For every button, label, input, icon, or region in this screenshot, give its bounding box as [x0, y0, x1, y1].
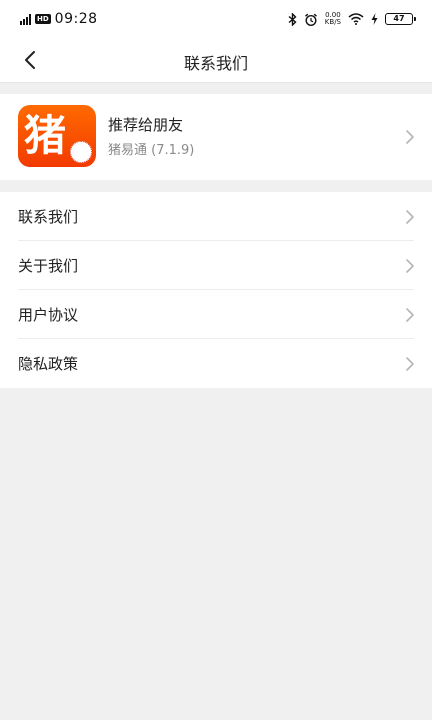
network-speed: 0.00 KB/S [325, 12, 341, 26]
menu-item-label: 隐私政策 [18, 355, 79, 373]
hd-badge: HD [35, 14, 51, 24]
chevron-right-icon [406, 259, 414, 273]
battery-level: 47 [385, 13, 413, 25]
app-version-label: 猪易通 (7.1.9) [108, 143, 195, 158]
recommend-label: 推荐给朋友 [108, 116, 184, 134]
menu-item-contact-us[interactable]: 联系我们 [0, 192, 432, 241]
status-bar: HD 09:28 0.00 KB/S 47 [0, 0, 432, 38]
menu-item-label: 联系我们 [18, 208, 79, 226]
speed-unit: KB/S [324, 18, 341, 26]
status-time: 09:28 [54, 11, 98, 27]
charging-icon [371, 13, 378, 25]
chevron-right-icon [406, 357, 414, 371]
menu-item-privacy-policy[interactable]: 隐私政策 [0, 339, 432, 388]
app-logo: 猪 [18, 105, 96, 167]
chevron-right-icon [406, 308, 414, 322]
app-logo-badge [70, 141, 92, 163]
chevron-right-icon [406, 210, 414, 224]
battery-icon: 47 [385, 13, 416, 25]
signal-icon [20, 13, 31, 25]
page-title: 联系我们 [183, 54, 248, 73]
bluetooth-icon [288, 12, 297, 26]
menu-item-label: 用户协议 [18, 306, 79, 324]
status-left: HD 09:28 [20, 11, 98, 27]
menu-item-label: 关于我们 [18, 257, 79, 275]
nav-bar: 联系我们 [0, 38, 432, 83]
chevron-right-icon [406, 130, 414, 144]
wifi-icon [348, 13, 364, 25]
settings-menu: 联系我们 关于我们 用户协议 隐私政策 [0, 192, 432, 388]
app-logo-char: 猪 [24, 111, 67, 160]
alarm-icon [304, 13, 317, 26]
recommend-to-friend-row[interactable]: 猪 推荐给朋友 猪易通 (7.1.9) [0, 94, 432, 180]
menu-item-user-agreement[interactable]: 用户协议 [0, 290, 432, 339]
status-right: 0.00 KB/S 47 [288, 12, 416, 26]
menu-item-about-us[interactable]: 关于我们 [0, 241, 432, 290]
